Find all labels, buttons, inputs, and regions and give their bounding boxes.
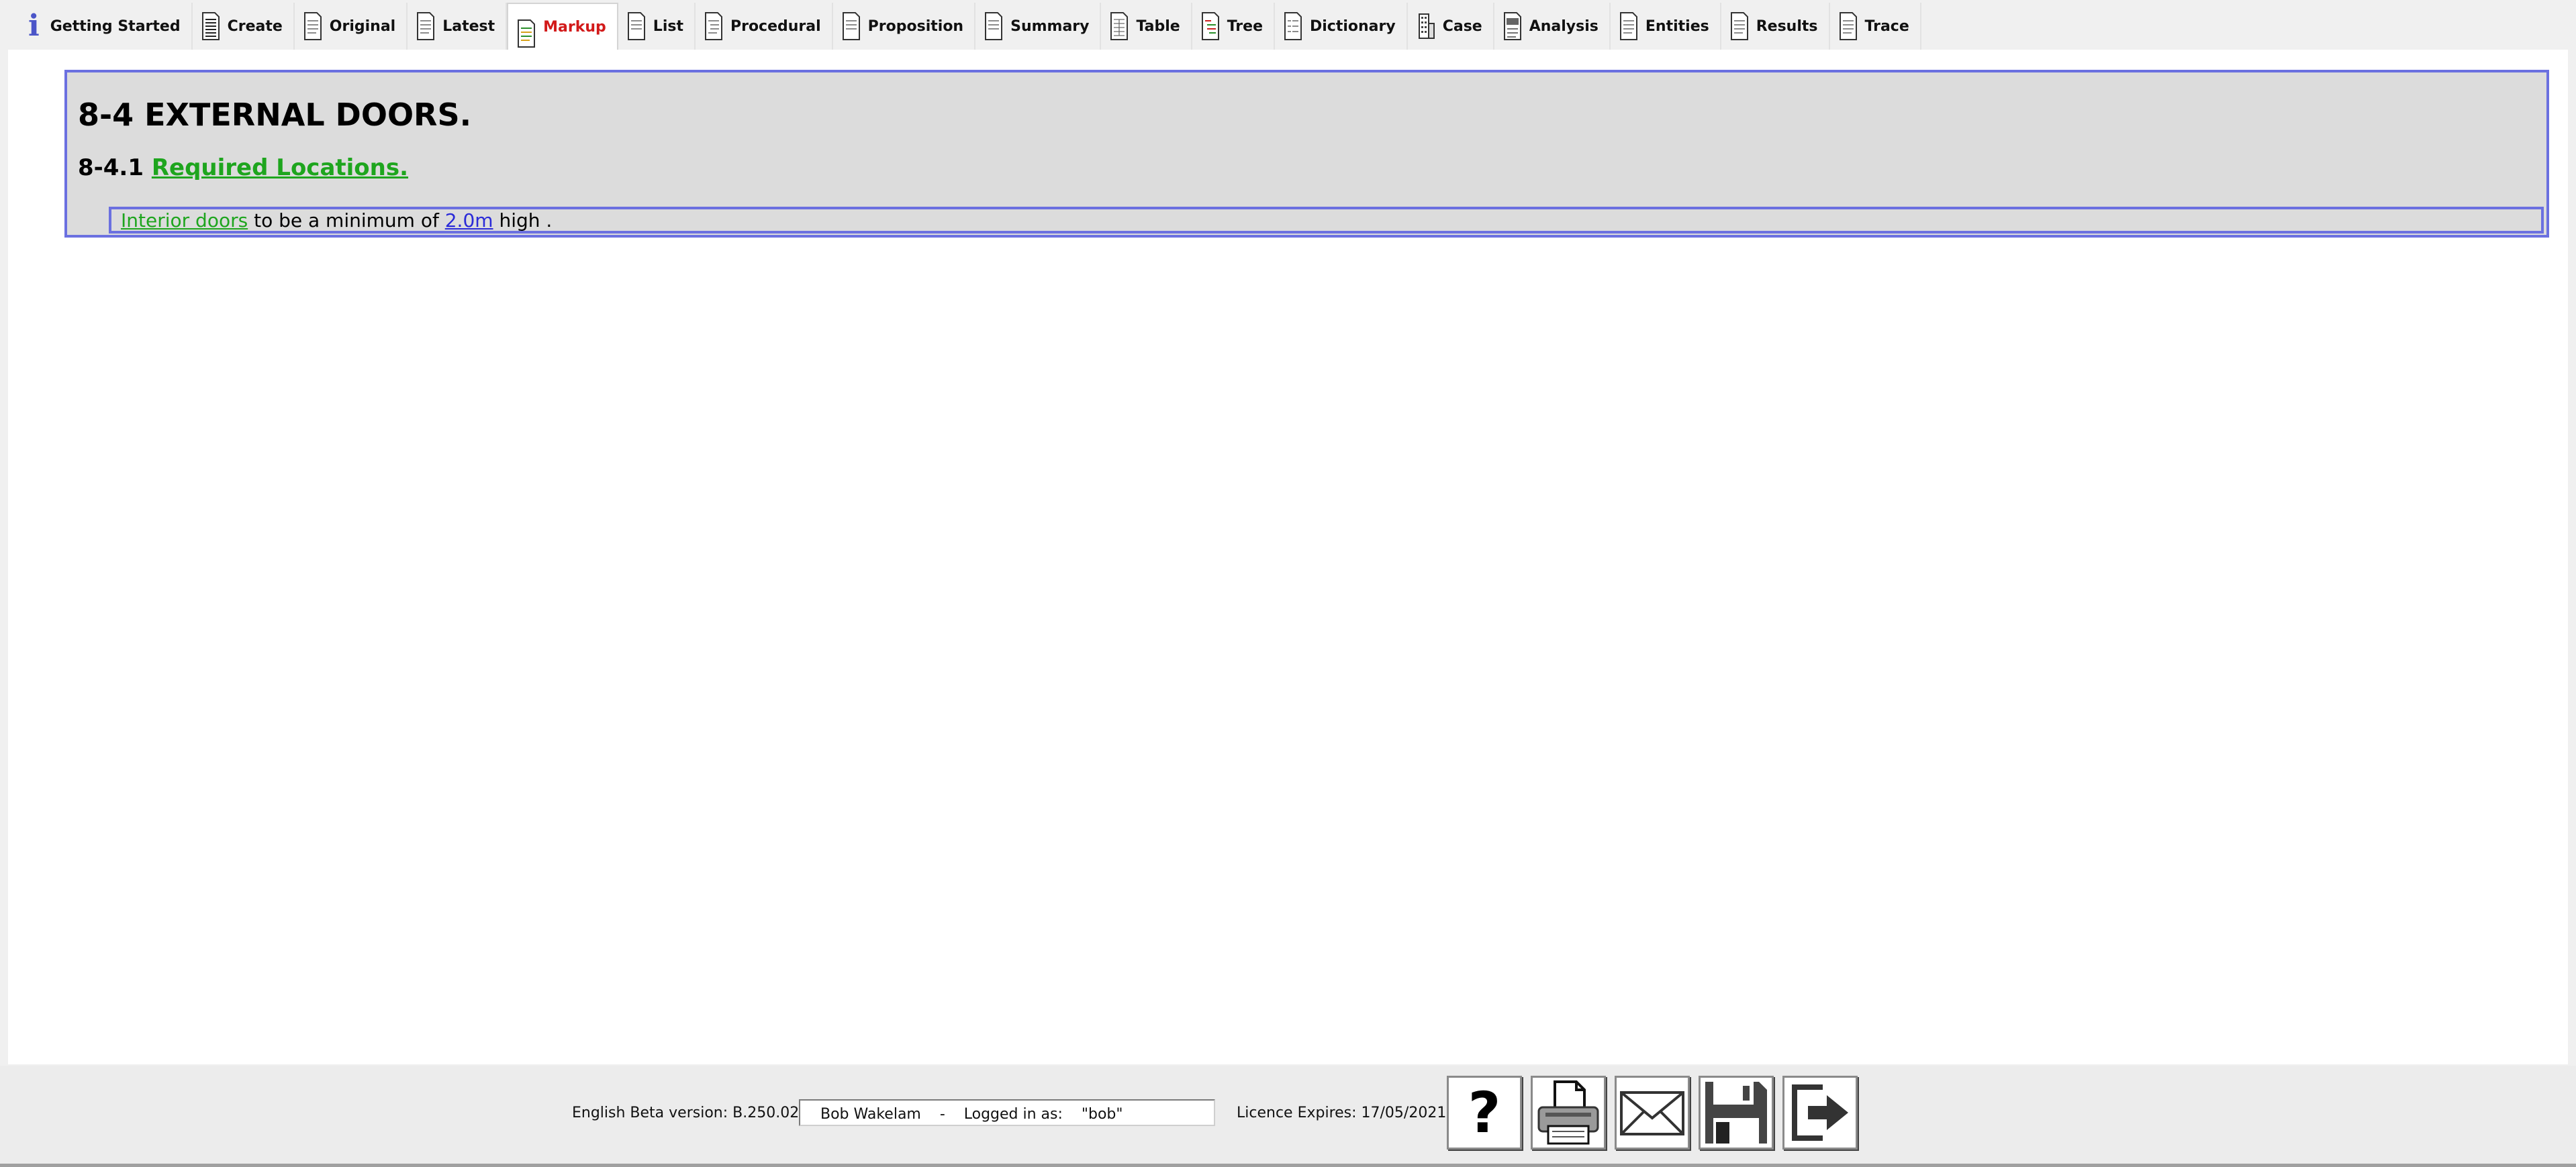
tab-info[interactable]: i	[8, 3, 48, 50]
tab-trace[interactable]: Trace	[1829, 3, 1921, 50]
document-icon	[985, 12, 1003, 40]
tab-case[interactable]: Case	[1407, 3, 1494, 50]
help-button[interactable]: ?	[1447, 1076, 1522, 1150]
tab-dictionary[interactable]: Dictionary	[1275, 3, 1408, 50]
print-icon	[1537, 1080, 1599, 1145]
tab-label: Tree	[1227, 17, 1263, 35]
window-bottom-border	[0, 1164, 2576, 1167]
tab-analysis[interactable]: Analysis	[1494, 3, 1611, 50]
tab-label: Procedural	[730, 17, 821, 35]
print-button[interactable]	[1531, 1076, 1606, 1150]
tab-label: Getting Started	[50, 17, 181, 35]
exit-button[interactable]	[1782, 1076, 1858, 1150]
tab-table[interactable]: Table	[1101, 3, 1192, 50]
document-icon	[417, 12, 435, 40]
subsection-link[interactable]: Required Locations.	[152, 154, 408, 181]
document-icon	[1839, 12, 1857, 40]
version-label: English Beta version: B.250.025	[572, 1105, 809, 1121]
tab-getting-started[interactable]: Getting Started	[47, 3, 193, 50]
tab-latest[interactable]: Latest	[408, 3, 508, 50]
email-button[interactable]	[1615, 1076, 1690, 1150]
tab-label: Results	[1756, 17, 1818, 35]
rule-text: high .	[493, 209, 553, 232]
document-icon	[627, 12, 645, 40]
exit-icon	[1792, 1084, 1848, 1141]
dictionary-document-icon	[1284, 12, 1302, 40]
tab-label: Trace	[1864, 17, 1909, 35]
entity-link[interactable]: Interior doors	[121, 209, 248, 232]
tab-bar: i Getting Started Create Original Latest…	[8, 3, 1921, 51]
tab-original[interactable]: Original	[294, 3, 408, 50]
rule-text: to be a minimum of	[248, 209, 445, 232]
tab-label: Case	[1442, 17, 1482, 35]
user-field: Bob Wakelam - Logged in as: "bob"	[799, 1099, 1215, 1126]
document-icon	[1619, 12, 1637, 40]
value-link[interactable]: 2.0m	[445, 209, 493, 232]
tab-label: List	[653, 17, 683, 35]
tab-list[interactable]: List	[618, 3, 696, 50]
document-icon	[1730, 12, 1748, 40]
section-title: 8-4 EXTERNAL DOORS.	[78, 97, 472, 133]
case-building-icon	[1418, 13, 1435, 39]
tab-label: Analysis	[1529, 17, 1599, 35]
floppy-disk-icon	[1705, 1082, 1767, 1144]
document-icon	[704, 12, 722, 40]
tab-proposition[interactable]: Proposition	[832, 3, 976, 50]
tab-label: Original	[329, 17, 396, 35]
document-icon	[303, 12, 322, 40]
analysis-document-icon	[1503, 12, 1521, 40]
info-icon: i	[28, 9, 40, 43]
markup-document-icon	[518, 19, 536, 48]
tab-create[interactable]: Create	[192, 3, 295, 50]
tab-label: Proposition	[867, 17, 964, 35]
tab-summary[interactable]: Summary	[975, 3, 1102, 50]
tab-tree[interactable]: Tree	[1192, 3, 1275, 50]
tab-label: Dictionary	[1310, 17, 1396, 35]
tab-label: Entities	[1645, 17, 1709, 35]
tab-label: Create	[227, 17, 283, 35]
subsection-heading: 8-4.1 Required Locations.	[78, 154, 408, 181]
document-icon	[201, 12, 220, 40]
status-bar: English Beta version: B.250.025 Bob Wake…	[0, 1066, 2576, 1167]
tab-entities[interactable]: Entities	[1610, 3, 1721, 50]
help-icon: ?	[1468, 1080, 1501, 1146]
section-block[interactable]: 8-4 EXTERNAL DOORS. 8-4.1 Required Locat…	[64, 70, 2549, 238]
subsection-number: 8-4.1	[78, 154, 144, 181]
tab-procedural[interactable]: Procedural	[695, 3, 833, 50]
table-document-icon	[1110, 12, 1129, 40]
tab-results[interactable]: Results	[1721, 3, 1830, 50]
tree-document-icon	[1201, 12, 1219, 40]
licence-label: Licence Expires: 17/05/2021	[1237, 1105, 1447, 1121]
save-button[interactable]	[1699, 1076, 1774, 1150]
tab-label: Table	[1136, 17, 1180, 35]
document-icon	[842, 12, 860, 40]
tab-label: Summary	[1010, 17, 1090, 35]
tab-label: Markup	[543, 19, 606, 36]
tab-label: Latest	[442, 17, 495, 35]
envelope-icon	[1620, 1091, 1684, 1135]
tab-markup[interactable]: Markup	[507, 3, 618, 51]
rule-block[interactable]: Interior doors to be a minimum of 2.0m h…	[109, 207, 2544, 234]
document-content-panel: 8-4 EXTERNAL DOORS. 8-4.1 Required Locat…	[8, 50, 2568, 1064]
